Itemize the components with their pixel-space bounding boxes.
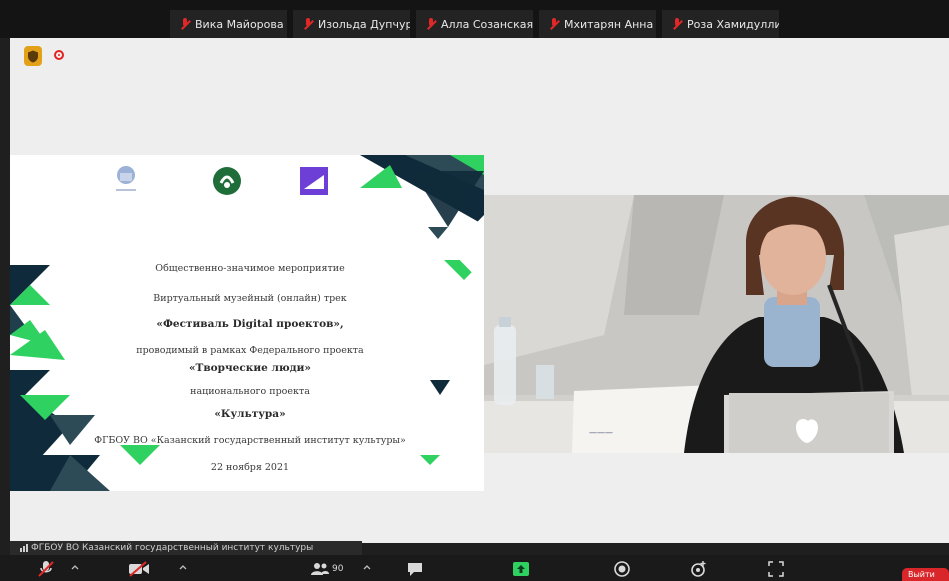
muted-mic-icon: [426, 18, 436, 30]
leave-meeting-button[interactable]: Выйти: [902, 568, 949, 581]
slide-line-3: «Фестиваль Digital проектов»,: [156, 318, 344, 330]
reactions-button[interactable]: [690, 560, 708, 578]
chevron-up-icon[interactable]: [70, 563, 80, 571]
participant-tile[interactable]: Вика Майорова: [170, 10, 287, 38]
participant-tile[interactable]: Роза Хамидуллина: [662, 10, 779, 38]
slide-line-6: национального проекта: [190, 386, 310, 397]
shared-screen: Общественно-значимое мероприятие Виртуал…: [10, 38, 949, 543]
reactions-icon: [691, 561, 706, 577]
ministry-emblem-icon: [116, 166, 136, 191]
share-screen-icon: [513, 562, 529, 576]
slide-line-1: Общественно-значимое мероприятие: [155, 263, 345, 274]
participant-name: Изольда Дупчур: [318, 17, 410, 31]
participant-name: Вика Майорова: [195, 17, 284, 31]
mute-button[interactable]: [38, 560, 54, 578]
participants-icon: [311, 563, 329, 575]
record-button[interactable]: [613, 560, 631, 578]
participant-strip: Вика Майорова Изольда Дупчур Алла Созанс…: [0, 0, 949, 38]
muted-mic-icon: [180, 18, 190, 30]
slide-line-4: проводимый в рамках Федерального проекта: [136, 345, 364, 356]
slide-line-8: ФГБОУ ВО «Казанский государственный инст…: [94, 435, 406, 446]
participant-tile[interactable]: Мхитарян Анна: [539, 10, 656, 38]
participants-count: 90: [332, 564, 344, 574]
participant-tile[interactable]: Изольда Дупчур: [293, 10, 410, 38]
meeting-toolbar: 90: [0, 555, 949, 581]
chat-icon: [408, 563, 422, 576]
stop-video-button[interactable]: [128, 560, 150, 578]
project-logo-icon: [300, 167, 328, 195]
zoom-meeting-window: Вика Майорова Изольда Дупчур Алла Созанс…: [0, 0, 949, 581]
share-screen-button[interactable]: [512, 560, 530, 578]
muted-mic-icon: [549, 18, 559, 30]
active-speaker-label: ФГБОУ ВО Казанский государственный инсти…: [10, 541, 362, 555]
muted-mic-icon: [38, 561, 54, 577]
recording-indicator: [54, 50, 64, 60]
slide-date: 22 ноября 2021: [210, 462, 290, 473]
participants-button[interactable]: 90: [310, 560, 343, 578]
fullscreen-button[interactable]: [768, 560, 784, 578]
fullscreen-icon: [768, 561, 784, 577]
slide-line-7: «Культура»: [214, 408, 286, 420]
recording-icon: [54, 50, 64, 60]
slide-line-2: Виртуальный музейный (онлайн) трек: [153, 293, 347, 304]
chevron-up-icon[interactable]: [362, 563, 372, 571]
muted-mic-icon: [672, 18, 682, 30]
active-speaker-name: ФГБОУ ВО Казанский государственный инсти…: [31, 543, 314, 553]
presentation-slide: Общественно-значимое мероприятие Виртуал…: [10, 155, 484, 491]
participant-tile[interactable]: Алла Созанская: [416, 10, 533, 38]
culture-logo-icon: [213, 167, 241, 195]
muted-mic-icon: [303, 18, 313, 30]
security-shield-icon[interactable]: [24, 46, 42, 66]
signal-strength-icon: [20, 544, 28, 552]
video-off-icon: [129, 561, 149, 577]
speaker-video[interactable]: ———: [484, 195, 949, 453]
participant-name: Алла Созанская: [441, 17, 533, 31]
chevron-up-icon[interactable]: [178, 563, 188, 571]
participant-name: Роза Хамидуллина: [687, 17, 779, 31]
speaker-video-frame: ———: [484, 195, 949, 453]
slide-line-5: «Творческие люди»: [188, 362, 311, 374]
svg-text:———: ———: [589, 428, 613, 437]
chat-button[interactable]: [406, 560, 424, 578]
record-icon: [614, 561, 630, 577]
participant-name: Мхитарян Анна: [564, 17, 654, 31]
